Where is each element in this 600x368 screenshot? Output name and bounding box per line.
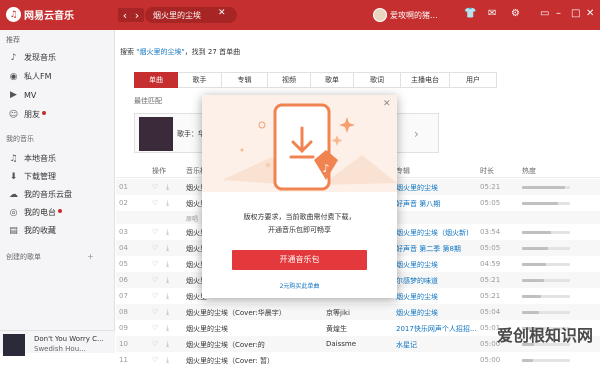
row-number: 11 <box>119 356 128 364</box>
open-music-package-button[interactable]: 开通音乐包 <box>232 250 367 270</box>
phone-download-illustration: ♪ <box>222 103 397 191</box>
buy-single-link[interactable]: 2元购买此单曲 <box>202 281 397 290</box>
popularity-bar <box>522 359 570 362</box>
popularity-fill <box>522 359 533 362</box>
close-dialog-icon[interactable]: ✕ <box>383 99 391 109</box>
dialog-illustration-area: ♪ <box>202 95 397 192</box>
dialog-message-line2: 开通音乐包即可畅享 <box>268 226 331 234</box>
watermark-text: 爱创根知识网 <box>497 326 594 345</box>
song-duration: 05:00 <box>480 356 501 364</box>
modal-overlay: ♪ ✕ 版权方要求，当前歌曲需付费下载， 开通音乐包即可畅享 开通音乐包 2元购… <box>0 0 600 353</box>
vip-download-dialog: ♪ ✕ 版权方要求，当前歌曲需付费下载， 开通音乐包即可畅享 开通音乐包 2元购… <box>202 95 397 298</box>
table-row[interactable]: 11 ♡ ⤓ 烟火里的尘埃（Cover: 暂） 05:00 <box>116 352 600 368</box>
dialog-message-line1: 版权方要求，当前歌曲需付费下载， <box>243 213 356 221</box>
svg-text:♪: ♪ <box>322 162 329 175</box>
download-icon[interactable]: ⤓ <box>166 356 169 365</box>
like-icon[interactable]: ♡ <box>152 356 158 364</box>
song-title[interactable]: 烟火里的尘埃（Cover: 暂） <box>186 356 316 366</box>
